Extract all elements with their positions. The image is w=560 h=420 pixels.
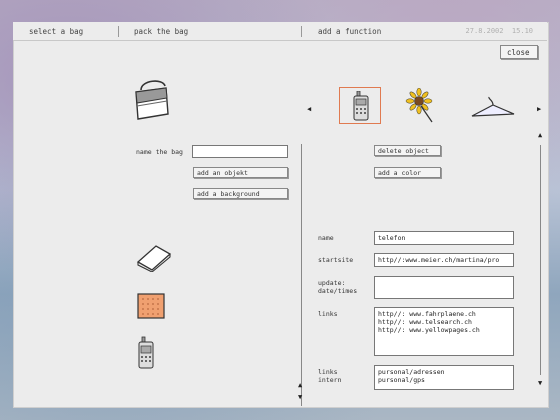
startsite-input[interactable]: http//:www.meier.ch/martina/pro [374,253,514,267]
add-object-button[interactable]: add an objekt [193,167,288,178]
scroll-down-arrow[interactable]: ▼ [538,380,542,387]
links-intern-textarea[interactable]: pursonal/adressen pursonal/gps [374,365,514,390]
bag-name-input[interactable] [192,145,288,158]
scrollbar-track[interactable] [540,145,541,375]
link-item[interactable]: http//: www.telsearch.ch [378,318,510,326]
scroll-up-arrow[interactable]: ▲ [538,132,542,139]
intern-link-item[interactable]: pursonal/gps [378,376,510,384]
links-intern-label-line2: intern [318,376,342,384]
intern-link-item[interactable]: pursonal/adressen [378,368,510,376]
top-bar: select a bag pack the bag add a function… [13,22,547,41]
hanger-icon[interactable] [470,96,516,120]
link-item[interactable]: http//: www.yellowpages.ch [378,326,510,334]
add-color-button[interactable]: add a color [374,167,441,178]
startsite-label: startsite [318,256,354,264]
carousel-left-arrow[interactable]: ◀ [307,106,311,113]
bag-icon[interactable] [131,76,175,122]
add-background-button[interactable]: add a background [193,188,288,199]
links-intern-label-line1: links [318,368,338,376]
selected-object-frame[interactable] [339,87,381,124]
datetime: 27.8.2002 15.10 [466,27,533,35]
time-text: 15.10 [511,27,533,35]
update-input[interactable] [374,276,514,299]
date-text: 27.8.2002 [465,27,504,35]
update-label-line2: date/times [318,287,358,295]
links-textarea[interactable]: http//: www.fahrplaene.ch http//: www.te… [374,307,514,356]
function-name-input[interactable]: telefon [374,231,514,245]
scroll-up-arrow-small[interactable]: ▲ [298,382,302,389]
links-label: links [318,310,338,318]
column-divider [301,144,302,406]
carousel-right-arrow[interactable]: ▶ [537,106,541,113]
link-item[interactable]: http//: www.fahrplaene.ch [378,310,510,318]
tab-pack-bag[interactable]: pack the bag [134,27,188,36]
notebook-icon[interactable] [134,242,174,272]
name-label: name [318,234,334,242]
close-button[interactable]: close [500,45,538,59]
scroll-down-arrow-small[interactable]: ▼ [298,394,302,401]
name-the-bag-label: name the bag [136,148,183,156]
phone-icon [353,91,369,121]
cracker-icon[interactable] [137,293,165,319]
phone-icon[interactable] [136,336,156,370]
tab-add-function[interactable]: add a function [318,27,381,36]
update-label-line1: update: [318,279,346,287]
links-intern-label: links intern [318,368,341,384]
delete-object-button[interactable]: delete object [374,145,441,156]
tab-separator [301,26,302,37]
tab-select-bag[interactable]: select a bag [29,27,83,36]
tab-separator [118,26,119,37]
update-label: update: date/times [318,279,357,295]
sunflower-icon[interactable] [405,88,435,124]
